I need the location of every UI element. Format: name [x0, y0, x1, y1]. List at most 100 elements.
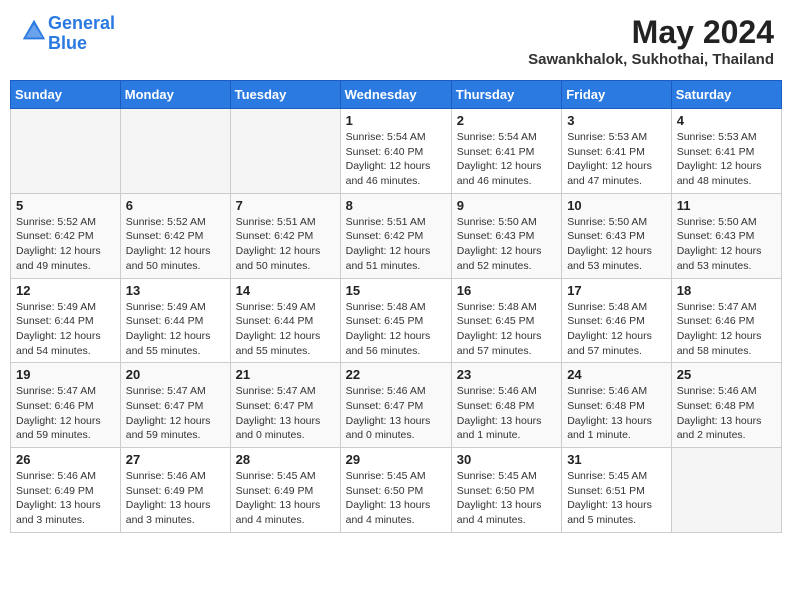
day-info: Sunrise: 5:47 AM Sunset: 6:46 PM Dayligh…: [677, 300, 776, 359]
calendar-cell: 17 Sunrise: 5:48 AM Sunset: 6:46 PM Dayli…: [562, 278, 672, 363]
day-number: 19: [16, 367, 115, 382]
day-number: 6: [126, 198, 225, 213]
calendar-cell: 2 Sunrise: 5:54 AM Sunset: 6:41 PM Daylig…: [451, 109, 561, 194]
day-info: Sunrise: 5:48 AM Sunset: 6:45 PM Dayligh…: [457, 300, 556, 359]
day-number: 28: [236, 452, 335, 467]
day-number: 12: [16, 283, 115, 298]
calendar-cell: 10 Sunrise: 5:50 AM Sunset: 6:43 PM Dayli…: [562, 193, 672, 278]
day-info: Sunrise: 5:49 AM Sunset: 6:44 PM Dayligh…: [126, 300, 225, 359]
calendar-table: SundayMondayTuesdayWednesdayThursdayFrid…: [10, 80, 782, 533]
calendar-cell: 15 Sunrise: 5:48 AM Sunset: 6:45 PM Dayli…: [340, 278, 451, 363]
calendar-cell: 30Sunrise: 5:45 AM Sunset: 6:50 PM Dayli…: [451, 448, 561, 533]
logo-icon: [20, 17, 48, 45]
day-number: 24: [567, 367, 666, 382]
day-number: 1: [346, 113, 446, 128]
calendar-week-row: 1 Sunrise: 5:54 AM Sunset: 6:40 PM Daylig…: [11, 109, 782, 194]
day-number: 9: [457, 198, 556, 213]
calendar-week-row: 12 Sunrise: 5:49 AM Sunset: 6:44 PM Dayli…: [11, 278, 782, 363]
day-info: Sunrise: 5:46 AM Sunset: 6:48 PM Dayligh…: [567, 384, 666, 443]
logo: General Blue: [18, 14, 115, 54]
day-number: 14: [236, 283, 335, 298]
day-info: Sunrise: 5:54 AM Sunset: 6:41 PM Dayligh…: [457, 130, 556, 189]
day-info: Sunrise: 5:45 AM Sunset: 6:51 PM Dayligh…: [567, 469, 666, 528]
day-number: 17: [567, 283, 666, 298]
calendar-week-row: 5 Sunrise: 5:52 AM Sunset: 6:42 PM Daylig…: [11, 193, 782, 278]
calendar-cell: [230, 109, 340, 194]
calendar-cell: 29Sunrise: 5:45 AM Sunset: 6:50 PM Dayli…: [340, 448, 451, 533]
calendar-header-row: SundayMondayTuesdayWednesdayThursdayFrid…: [11, 81, 782, 109]
day-info: Sunrise: 5:50 AM Sunset: 6:43 PM Dayligh…: [567, 215, 666, 274]
day-number: 25: [677, 367, 776, 382]
day-info: Sunrise: 5:46 AM Sunset: 6:48 PM Dayligh…: [457, 384, 556, 443]
day-info: Sunrise: 5:49 AM Sunset: 6:44 PM Dayligh…: [16, 300, 115, 359]
day-info: Sunrise: 5:52 AM Sunset: 6:42 PM Dayligh…: [16, 215, 115, 274]
calendar-cell: 27 Sunrise: 5:46 AM Sunset: 6:49 PM Dayli…: [120, 448, 230, 533]
calendar-cell: 7Sunrise: 5:51 AM Sunset: 6:42 PM Daylig…: [230, 193, 340, 278]
location-subtitle: Sawankhalok, Sukhothai, Thailand: [528, 51, 774, 68]
day-number: 27: [126, 452, 225, 467]
day-number: 18: [677, 283, 776, 298]
day-info: Sunrise: 5:53 AM Sunset: 6:41 PM Dayligh…: [567, 130, 666, 189]
day-number: 22: [346, 367, 446, 382]
day-number: 2: [457, 113, 556, 128]
day-number: 30: [457, 452, 556, 467]
page-header: General Blue May 2024 Sawankhalok, Sukho…: [10, 10, 782, 72]
day-number: 23: [457, 367, 556, 382]
day-info: Sunrise: 5:54 AM Sunset: 6:40 PM Dayligh…: [346, 130, 446, 189]
column-header-wednesday: Wednesday: [340, 81, 451, 109]
column-header-saturday: Saturday: [671, 81, 781, 109]
day-info: Sunrise: 5:48 AM Sunset: 6:46 PM Dayligh…: [567, 300, 666, 359]
day-number: 21: [236, 367, 335, 382]
day-number: 11: [677, 198, 776, 213]
calendar-cell: 13 Sunrise: 5:49 AM Sunset: 6:44 PM Dayli…: [120, 278, 230, 363]
day-number: 20: [126, 367, 225, 382]
calendar-week-row: 26 Sunrise: 5:46 AM Sunset: 6:49 PM Dayli…: [11, 448, 782, 533]
day-number: 31: [567, 452, 666, 467]
calendar-cell: 11 Sunrise: 5:50 AM Sunset: 6:43 PM Dayli…: [671, 193, 781, 278]
calendar-cell: 19 Sunrise: 5:47 AM Sunset: 6:46 PM Dayli…: [11, 363, 121, 448]
day-info: Sunrise: 5:48 AM Sunset: 6:45 PM Dayligh…: [346, 300, 446, 359]
day-info: Sunrise: 5:46 AM Sunset: 6:48 PM Dayligh…: [677, 384, 776, 443]
day-info: Sunrise: 5:49 AM Sunset: 6:44 PM Dayligh…: [236, 300, 335, 359]
day-number: 8: [346, 198, 446, 213]
day-number: 10: [567, 198, 666, 213]
day-number: 29: [346, 452, 446, 467]
calendar-cell: 16Sunrise: 5:48 AM Sunset: 6:45 PM Dayli…: [451, 278, 561, 363]
calendar-cell: 12 Sunrise: 5:49 AM Sunset: 6:44 PM Dayli…: [11, 278, 121, 363]
calendar-cell: 28 Sunrise: 5:45 AM Sunset: 6:49 PM Dayli…: [230, 448, 340, 533]
calendar-cell: 3Sunrise: 5:53 AM Sunset: 6:41 PM Daylig…: [562, 109, 672, 194]
calendar-cell: 18 Sunrise: 5:47 AM Sunset: 6:46 PM Dayli…: [671, 278, 781, 363]
column-header-friday: Friday: [562, 81, 672, 109]
calendar-cell: 6 Sunrise: 5:52 AM Sunset: 6:42 PM Daylig…: [120, 193, 230, 278]
logo-text: General Blue: [48, 14, 115, 54]
calendar-cell: 1 Sunrise: 5:54 AM Sunset: 6:40 PM Daylig…: [340, 109, 451, 194]
calendar-cell: 23 Sunrise: 5:46 AM Sunset: 6:48 PM Dayli…: [451, 363, 561, 448]
calendar-cell: [671, 448, 781, 533]
day-number: 13: [126, 283, 225, 298]
day-info: Sunrise: 5:45 AM Sunset: 6:49 PM Dayligh…: [236, 469, 335, 528]
day-number: 26: [16, 452, 115, 467]
day-info: Sunrise: 5:53 AM Sunset: 6:41 PM Dayligh…: [677, 130, 776, 189]
column-header-monday: Monday: [120, 81, 230, 109]
title-block: May 2024 Sawankhalok, Sukhothai, Thailan…: [528, 14, 774, 68]
calendar-cell: 31 Sunrise: 5:45 AM Sunset: 6:51 PM Dayli…: [562, 448, 672, 533]
day-info: Sunrise: 5:46 AM Sunset: 6:49 PM Dayligh…: [16, 469, 115, 528]
month-year-title: May 2024: [528, 14, 774, 51]
day-info: Sunrise: 5:51 AM Sunset: 6:42 PM Dayligh…: [346, 215, 446, 274]
calendar-cell: 8 Sunrise: 5:51 AM Sunset: 6:42 PM Daylig…: [340, 193, 451, 278]
calendar-cell: 5 Sunrise: 5:52 AM Sunset: 6:42 PM Daylig…: [11, 193, 121, 278]
column-header-tuesday: Tuesday: [230, 81, 340, 109]
calendar-cell: 22Sunrise: 5:46 AM Sunset: 6:47 PM Dayli…: [340, 363, 451, 448]
day-info: Sunrise: 5:47 AM Sunset: 6:47 PM Dayligh…: [236, 384, 335, 443]
calendar-cell: 26 Sunrise: 5:46 AM Sunset: 6:49 PM Dayli…: [11, 448, 121, 533]
day-info: Sunrise: 5:50 AM Sunset: 6:43 PM Dayligh…: [677, 215, 776, 274]
day-info: Sunrise: 5:46 AM Sunset: 6:49 PM Dayligh…: [126, 469, 225, 528]
day-info: Sunrise: 5:52 AM Sunset: 6:42 PM Dayligh…: [126, 215, 225, 274]
calendar-cell: 20Sunrise: 5:47 AM Sunset: 6:47 PM Dayli…: [120, 363, 230, 448]
calendar-cell: [11, 109, 121, 194]
day-info: Sunrise: 5:47 AM Sunset: 6:46 PM Dayligh…: [16, 384, 115, 443]
day-number: 5: [16, 198, 115, 213]
day-number: 15: [346, 283, 446, 298]
calendar-cell: 25 Sunrise: 5:46 AM Sunset: 6:48 PM Dayli…: [671, 363, 781, 448]
column-header-thursday: Thursday: [451, 81, 561, 109]
